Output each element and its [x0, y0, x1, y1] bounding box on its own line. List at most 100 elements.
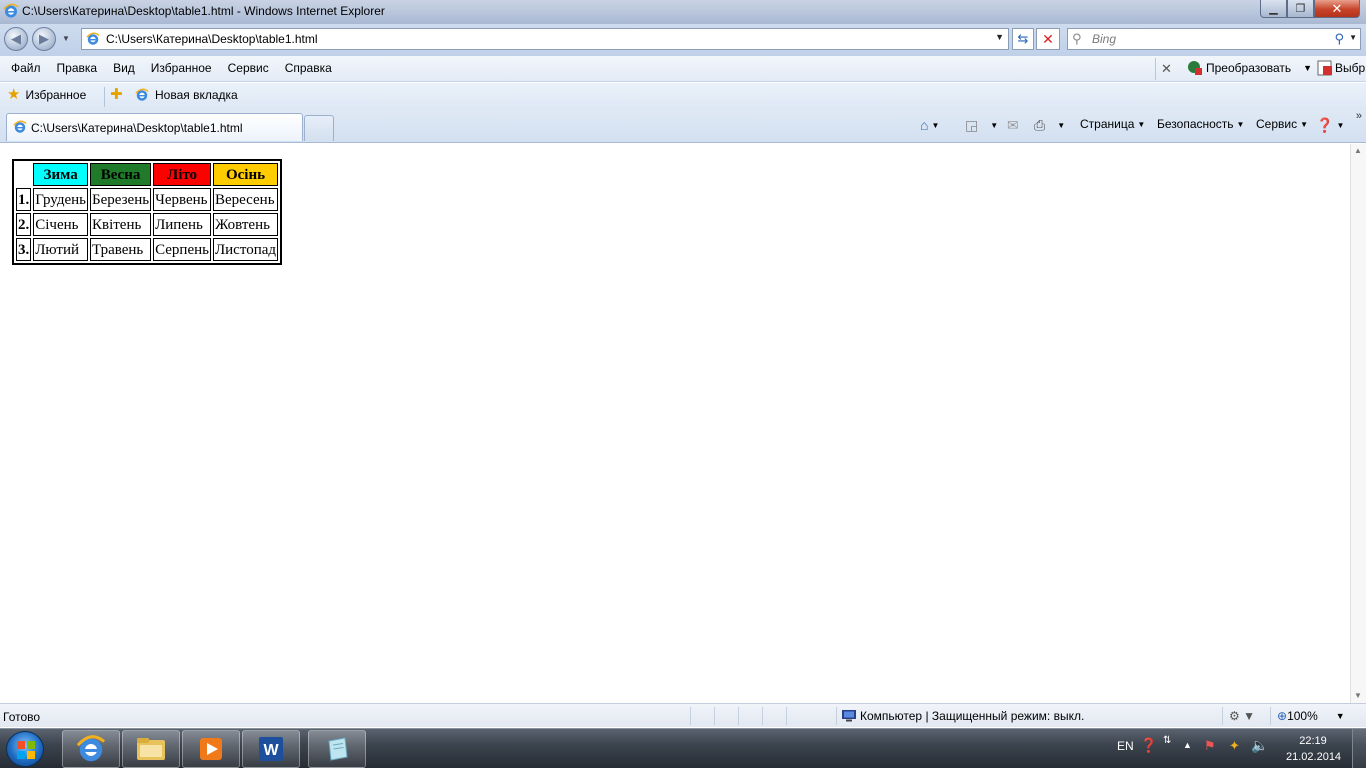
tools-menu[interactable]: Сервис ▼: [1256, 117, 1308, 131]
tab-active[interactable]: C:\Users\Катерина\Desktop\table1.html: [6, 113, 303, 141]
table-corner-cell: [16, 163, 31, 186]
menu-tools[interactable]: Сервис: [220, 61, 277, 75]
stop-button[interactable]: ✕: [1036, 28, 1060, 50]
menu-help[interactable]: Справка: [277, 61, 340, 75]
table-cell: Січень: [33, 213, 88, 236]
forward-arrow-icon: ▶: [39, 31, 49, 46]
status-divider: [786, 707, 787, 725]
help-tray-icon[interactable]: ❓: [1140, 737, 1157, 754]
print-button[interactable]: ⎙ ▼: [1034, 117, 1065, 134]
favorites-button[interactable]: ★ Избранное: [7, 86, 87, 103]
safety-dropdown-icon: ▼: [1236, 119, 1245, 129]
taskbar-notepad[interactable]: [308, 730, 366, 768]
forward-button[interactable]: ▶: [32, 27, 56, 51]
menu-file[interactable]: Файл: [3, 61, 49, 75]
print-dropdown-icon[interactable]: ▼: [1057, 121, 1065, 130]
status-divider: [1222, 707, 1223, 725]
window-controls: ▁ ❐ ✕: [1260, 0, 1360, 18]
tray-options-icon[interactable]: ⇅: [1163, 735, 1171, 746]
status-divider: [738, 707, 739, 725]
page-menu[interactable]: Страница ▼: [1080, 117, 1145, 131]
recent-pages-dropdown[interactable]: ▼: [62, 34, 70, 43]
table-cell: Квітень: [90, 213, 152, 236]
network-icon[interactable]: ✦: [1229, 738, 1240, 754]
vertical-scrollbar[interactable]: ▲ ▼: [1350, 144, 1366, 703]
search-placeholder: Bing: [1092, 32, 1117, 46]
search-icon[interactable]: ⚲: [1334, 31, 1344, 47]
show-desktop-button[interactable]: [1352, 729, 1366, 768]
maximize-button[interactable]: ❐: [1287, 0, 1314, 18]
address-bar[interactable]: C:\Users\Катерина\Desktop\table1.html ▼: [81, 28, 1009, 50]
convert-dropdown-icon[interactable]: ▼: [1303, 63, 1312, 73]
select-button[interactable]: Выбр: [1317, 60, 1365, 76]
more-commands-chevron-icon[interactable]: »: [1356, 110, 1362, 122]
row-number: 2.: [16, 213, 32, 236]
address-dropdown-icon[interactable]: ▼: [995, 32, 1004, 42]
toolbar-divider: [1155, 58, 1156, 80]
clock-date: 21.02.2014: [1286, 751, 1342, 763]
tab-page-icon: [13, 120, 27, 133]
back-button[interactable]: ◀: [4, 27, 28, 51]
search-box[interactable]: ⚲ Bing ⚲ ▼: [1067, 28, 1361, 50]
tools-menu-label: Сервис: [1256, 117, 1298, 131]
scroll-down-icon[interactable]: ▼: [1354, 691, 1362, 700]
refresh-button[interactable]: ⇆: [1012, 28, 1034, 50]
table-row: 3. Лютий Травень Серпень Листопад: [16, 238, 279, 261]
home-button[interactable]: ⌂ ▼: [920, 117, 939, 133]
status-divider: [714, 707, 715, 725]
help-button[interactable]: ❓ ▼: [1316, 117, 1344, 134]
help-dropdown-icon[interactable]: ▼: [1336, 121, 1344, 130]
svg-text:W: W: [263, 742, 279, 759]
volume-icon[interactable]: 🔈: [1251, 737, 1268, 754]
feeds-button[interactable]: ◲ ▼: [965, 117, 998, 134]
restore-icon: ❐: [1295, 3, 1306, 15]
menu-edit[interactable]: Правка: [49, 61, 106, 75]
table-cell: Грудень: [33, 188, 88, 211]
close-button[interactable]: ✕: [1314, 0, 1360, 18]
security-zone-label: Компьютер | Защищенный режим: выкл.: [860, 709, 1085, 723]
clock[interactable]: 22:19 21.02.2014: [1286, 733, 1342, 765]
minimize-button[interactable]: ▁: [1260, 0, 1287, 18]
taskbar-file-explorer[interactable]: [122, 730, 180, 768]
read-mail-button[interactable]: ✉: [1007, 117, 1019, 134]
table-cell: Вересень: [212, 188, 279, 211]
page-icon: [86, 32, 100, 45]
close-toolbar-icon[interactable]: ✕: [1161, 61, 1172, 77]
show-hidden-icons-chevron[interactable]: ▲: [1183, 740, 1192, 750]
favorites-label: Избранное: [25, 88, 87, 102]
status-divider: [762, 707, 763, 725]
feeds-dropdown-icon[interactable]: ▼: [990, 121, 998, 130]
safety-menu-label: Безопасность: [1157, 117, 1234, 131]
convert-button[interactable]: Преобразовать ▼: [1187, 60, 1312, 76]
select-icon: [1317, 60, 1332, 76]
taskbar: W EN ❓ ⇅ ▲ ⚑ ✦ 🔈 22:19 21.02.2014: [0, 728, 1366, 768]
zoom-dropdown-icon[interactable]: ▼: [1336, 711, 1345, 721]
table-cell: Липень: [153, 213, 211, 236]
safety-menu[interactable]: Безопасность ▼: [1157, 117, 1244, 131]
favorites-link-new-tab[interactable]: Новая вкладка: [135, 88, 238, 102]
favorites-divider: [104, 87, 105, 107]
action-center-flag-icon[interactable]: ⚑: [1204, 738, 1216, 754]
home-dropdown-icon[interactable]: ▼: [931, 121, 939, 130]
zoom-control[interactable]: ⊕ 100% ▼: [1277, 709, 1345, 723]
search-options-dropdown[interactable]: ▼: [1349, 33, 1357, 42]
taskbar-internet-explorer[interactable]: [62, 730, 120, 768]
menu-view[interactable]: Вид: [105, 61, 143, 75]
header-summer: Літо: [153, 163, 211, 186]
internet-explorer-icon: [76, 735, 106, 762]
status-divider: [1270, 707, 1271, 725]
menu-favorites[interactable]: Избранное: [143, 61, 220, 75]
favorites-star-icon: ★: [7, 86, 21, 103]
add-to-favorites-bar-icon[interactable]: ✚: [110, 87, 123, 102]
scroll-up-icon[interactable]: ▲: [1354, 146, 1362, 155]
home-icon: ⌂: [920, 117, 929, 133]
start-button[interactable]: [6, 731, 44, 767]
new-tab-button[interactable]: [304, 115, 334, 141]
taskbar-word[interactable]: W: [242, 730, 300, 768]
security-zone[interactable]: Компьютер | Защищенный режим: выкл.: [842, 709, 1084, 723]
protected-mode-icon[interactable]: ⚙ ▼: [1229, 709, 1255, 723]
close-icon: ✕: [1331, 0, 1343, 16]
address-url: C:\Users\Катерина\Desktop\table1.html: [106, 32, 318, 46]
input-language[interactable]: EN: [1117, 739, 1134, 753]
taskbar-media-player[interactable]: [182, 730, 240, 768]
